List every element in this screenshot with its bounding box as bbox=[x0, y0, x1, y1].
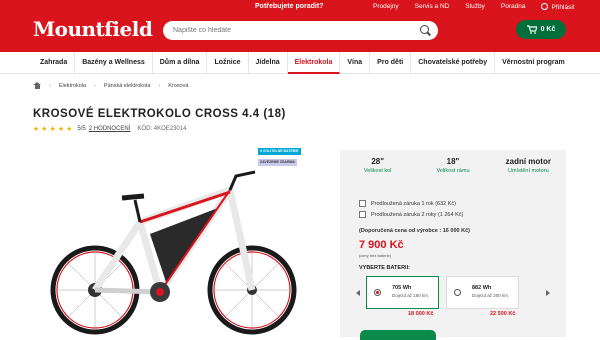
battery-range: Dojezd až 200 km bbox=[472, 293, 509, 298]
battery-price: 18 000 Kč bbox=[408, 311, 434, 317]
link-service[interactable]: Servis a ND bbox=[415, 3, 450, 11]
top-header: Mountfield Potřebujete poradit? Prodejny… bbox=[0, 0, 600, 52]
link-services[interactable]: Služby bbox=[465, 3, 485, 11]
login-label: Přihlásit bbox=[551, 4, 575, 11]
warranty-label: Prodloužená záruka 1 rok (632 Kč) bbox=[371, 200, 456, 207]
nav-item-wine[interactable]: Vína bbox=[340, 51, 371, 74]
nav-item-house[interactable]: Dům a dílna bbox=[153, 51, 208, 74]
battery-option-882[interactable]: 882 Wh Dojezd až 200 km bbox=[446, 276, 519, 309]
battery-range: Dojezd až 160 km bbox=[392, 293, 429, 298]
warranty-option-2[interactable]: Prodloužená záruka 2 roky (1 264 Kč) bbox=[359, 211, 463, 218]
login-link[interactable]: Přihlásit bbox=[541, 3, 575, 11]
breadcrumb-separator: › bbox=[158, 82, 161, 89]
carousel-next-icon[interactable] bbox=[546, 290, 550, 296]
rating-value: 5/5 bbox=[77, 126, 86, 132]
radio-selected[interactable] bbox=[374, 289, 381, 296]
help-link[interactable]: Potřebujete poradit? bbox=[255, 3, 323, 10]
battery-badge: 3 VOLITELNÉ BATERIE bbox=[258, 148, 301, 155]
param-motor: zadní motor Umístění motoru bbox=[491, 150, 566, 190]
rating-stars: ★★★★★ bbox=[33, 126, 75, 133]
cart-icon bbox=[526, 25, 537, 34]
product-image[interactable] bbox=[40, 162, 310, 337]
logo[interactable]: Mountfield bbox=[33, 17, 153, 41]
reviews-link[interactable]: 2 HODNOCENÍ bbox=[89, 126, 131, 132]
link-stores[interactable]: Prodejny bbox=[373, 3, 399, 11]
param-label: Umístění motoru bbox=[507, 168, 549, 174]
battery-capacity: 705 Wh bbox=[392, 285, 412, 291]
param-value: 28" bbox=[371, 157, 385, 166]
purchase-panel: Prodloužená záruka 1 rok (632 Kč) Prodlo… bbox=[340, 190, 566, 340]
param-value: zadní motor bbox=[505, 157, 551, 166]
product-code: KÓD: 4KOE23014 bbox=[137, 126, 187, 132]
nav-item-dining[interactable]: Jídelna bbox=[249, 51, 288, 74]
radio[interactable] bbox=[454, 289, 461, 296]
recommended-price: (Doporučená cena od výrobce : 16 000 Kč) bbox=[359, 228, 470, 234]
main-nav: Zahrada Bazény a Wellness Dům a dílna Lo… bbox=[0, 51, 600, 74]
breadcrumb: › Elektrokola › Pánská elektrokola › Kro… bbox=[33, 82, 188, 89]
nav-item-pools[interactable]: Bazény a Wellness bbox=[75, 51, 153, 74]
cart-button[interactable]: 0 Kč bbox=[516, 20, 566, 39]
warranty-label: Prodloužená záruka 2 roky (1 264 Kč) bbox=[371, 211, 464, 218]
param-wheel: 28" Velikost kol bbox=[340, 150, 415, 190]
nav-item-bedroom[interactable]: Ložnice bbox=[207, 51, 249, 74]
params-bar: 28" Velikost kol 18" Velikost rámu zadní… bbox=[340, 150, 566, 190]
search-box bbox=[163, 21, 438, 40]
breadcrumb-separator: › bbox=[49, 82, 51, 89]
battery-label: VYBERTE BATERII: bbox=[359, 265, 410, 271]
breadcrumb-item[interactable]: Pánská elektrokola bbox=[104, 83, 150, 89]
buy-button[interactable] bbox=[360, 330, 436, 340]
battery-capacity: 882 Wh bbox=[472, 285, 492, 291]
breadcrumb-item[interactable]: Krosová bbox=[168, 83, 188, 89]
checkbox[interactable] bbox=[359, 211, 366, 218]
nav-item-ebikes[interactable]: Elektrokola bbox=[287, 51, 341, 74]
cart-total: 0 Kč bbox=[540, 26, 556, 33]
nav-item-garden[interactable]: Zahrada bbox=[33, 51, 76, 74]
rating-row: ★★★★★ 5/5 2 HODNOCENÍ KÓD: 4KOE23014 bbox=[33, 125, 186, 133]
nav-item-kids[interactable]: Pro děti bbox=[370, 51, 412, 74]
breadcrumb-item[interactable]: Elektrokola bbox=[59, 83, 86, 89]
search-input[interactable] bbox=[173, 24, 413, 37]
user-icon bbox=[541, 3, 549, 10]
param-label: Velikost rámu bbox=[436, 168, 470, 174]
top-links: Prodejny Servis a ND Služby Poradna Přih… bbox=[373, 3, 575, 11]
battery-option-705[interactable]: 705 Wh Dojezd až 160 km bbox=[366, 276, 439, 309]
price-note: (ceny bez baterie) bbox=[359, 253, 392, 258]
nav-item-pets[interactable]: Chovatelské potřeby bbox=[411, 51, 496, 74]
nav-item-loyalty[interactable]: Věrnostní program bbox=[495, 52, 572, 74]
param-label: Velikost kol bbox=[363, 168, 392, 174]
param-frame: 18" Velikost rámu bbox=[415, 150, 490, 190]
breadcrumb-separator: › bbox=[94, 82, 96, 89]
product-title: KROSOVÉ ELEKTROKOLO CROSS 4.4 (18) bbox=[33, 108, 286, 120]
current-price: 7 900 Kč bbox=[359, 239, 404, 251]
warranty-option-1[interactable]: Prodloužená záruka 1 rok (632 Kč) bbox=[359, 200, 456, 207]
battery-price: 22 500 Kč bbox=[490, 311, 516, 317]
search-icon[interactable] bbox=[420, 25, 429, 34]
checkbox[interactable] bbox=[359, 200, 366, 207]
param-value: 18" bbox=[446, 157, 460, 166]
link-advice[interactable]: Poradna bbox=[501, 3, 526, 11]
carousel-prev-icon[interactable] bbox=[356, 290, 360, 296]
home-icon[interactable] bbox=[33, 82, 41, 89]
